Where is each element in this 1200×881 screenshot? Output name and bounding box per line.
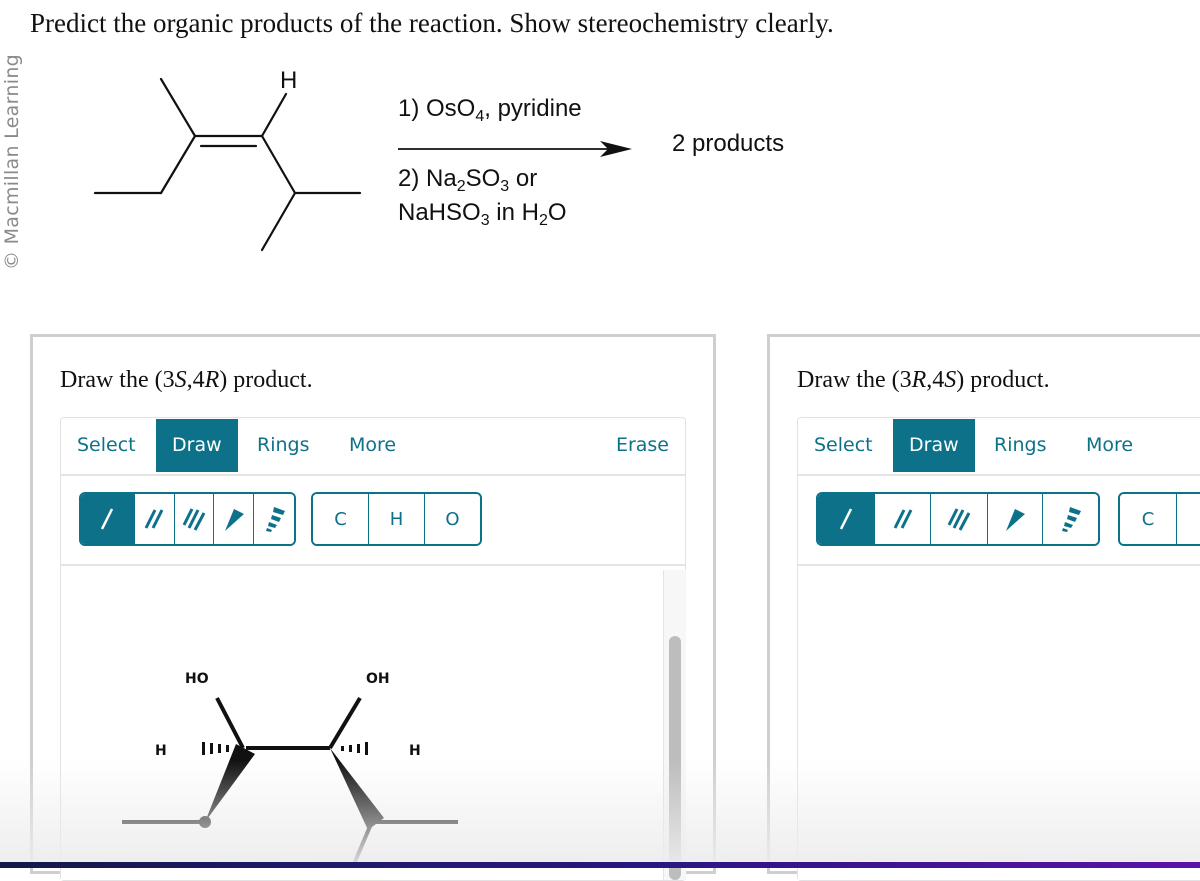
hash-bond-right [341, 742, 368, 755]
bond-right-down [352, 823, 373, 865]
label-ho: HO [185, 671, 209, 687]
label-h-right: H [409, 743, 421, 759]
bond-c4-oh [328, 696, 362, 750]
wedge-bond-left [205, 744, 255, 822]
hash-bond-left [202, 742, 229, 755]
label-oh: OH [366, 671, 390, 687]
wedge-bond-right [330, 748, 384, 830]
label-h-left: H [155, 743, 167, 759]
drawn-product-structure: HO OH H H [122, 671, 458, 865]
bond-c3-oh [215, 697, 245, 749]
bottom-bar [0, 862, 1200, 868]
atom-dot [199, 816, 211, 828]
